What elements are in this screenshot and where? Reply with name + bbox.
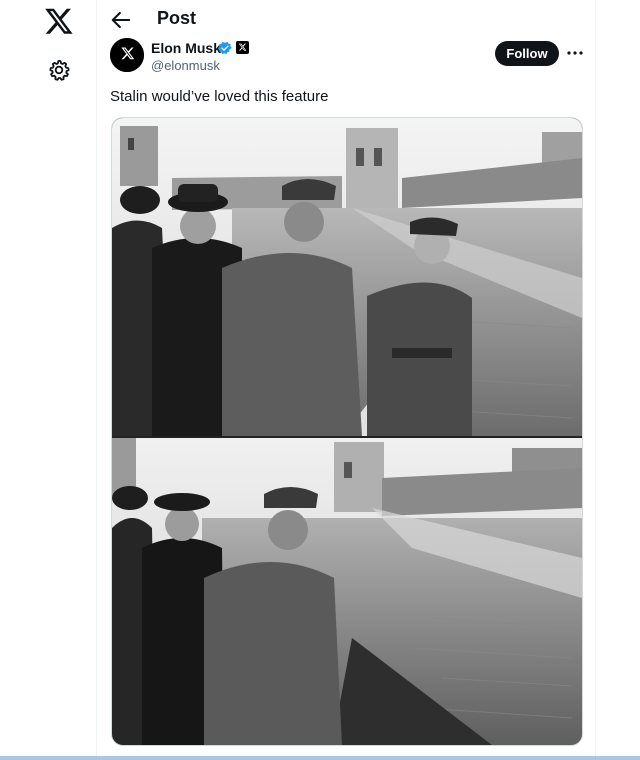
- photo-original[interactable]: [112, 118, 582, 436]
- post-column: Post Elon Musk @elonmusk Follow Stalin w…: [96, 0, 596, 760]
- arrow-left-icon: [111, 11, 131, 29]
- bottom-divider: [0, 756, 640, 760]
- avatar[interactable]: [110, 38, 144, 72]
- follow-button[interactable]: Follow: [495, 41, 559, 66]
- back-button[interactable]: [107, 6, 135, 34]
- gear-icon[interactable]: [47, 58, 71, 82]
- verified-badge-icon: [217, 40, 233, 56]
- ellipsis-icon: [567, 51, 583, 55]
- post-media[interactable]: [111, 117, 583, 746]
- photo-edited[interactable]: [112, 438, 582, 745]
- more-options-button[interactable]: [565, 44, 585, 62]
- author-name[interactable]: Elon Musk: [151, 40, 221, 56]
- x-logo-icon[interactable]: [44, 6, 74, 36]
- affiliate-x-badge-icon: [236, 41, 249, 54]
- author-handle[interactable]: @elonmusk: [151, 58, 220, 73]
- post-text: Stalin would’ve loved this feature: [110, 88, 329, 105]
- page-title: Post: [157, 8, 197, 28]
- post-header: Post: [97, 0, 595, 40]
- left-nav-rail: [0, 0, 96, 760]
